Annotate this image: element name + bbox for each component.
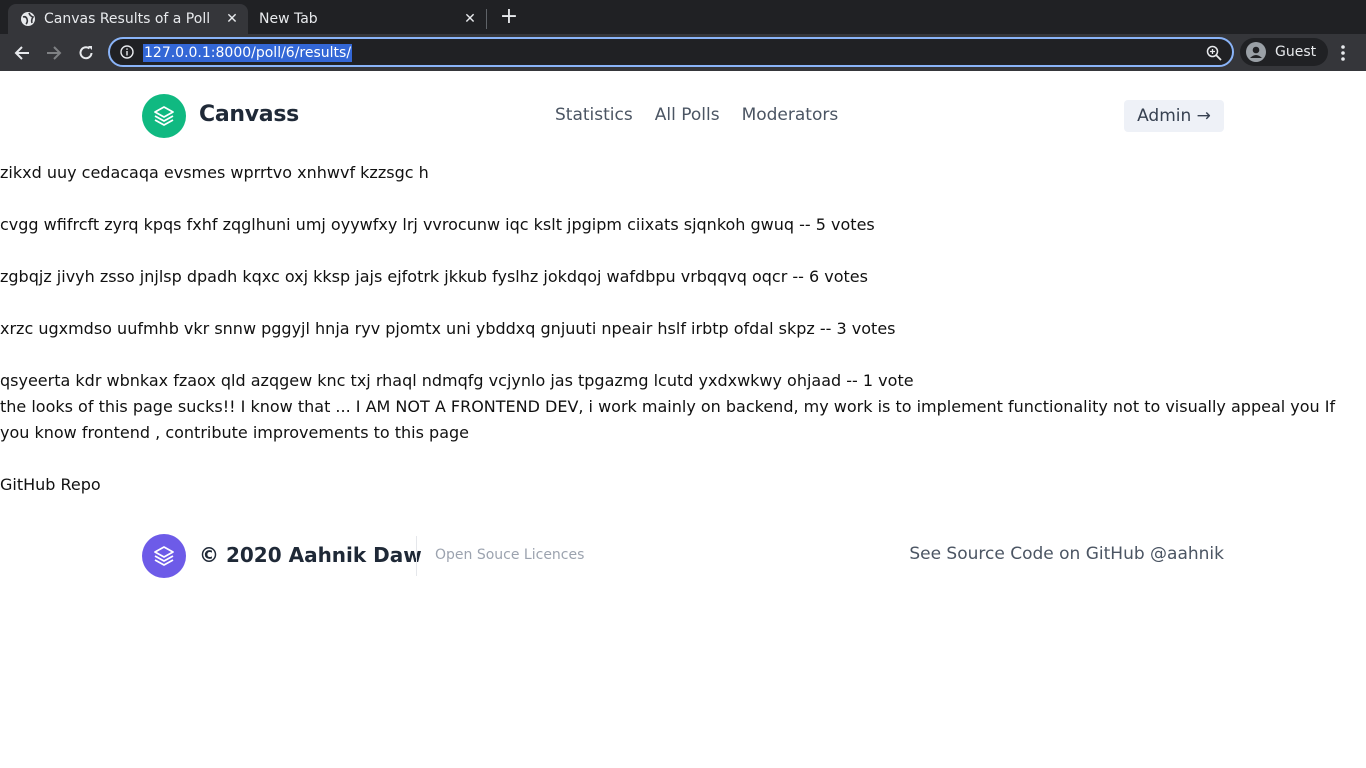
layers-icon bbox=[154, 546, 174, 566]
admin-button[interactable]: Admin → bbox=[1124, 100, 1224, 132]
nav-link-moderators[interactable]: Moderators bbox=[742, 105, 839, 125]
globe-icon bbox=[21, 12, 35, 26]
zoom-icon[interactable] bbox=[1206, 45, 1222, 61]
address-bar[interactable]: 127.0.0.1:8000/poll/6/results/ bbox=[108, 37, 1234, 67]
canvass-logo[interactable] bbox=[142, 94, 186, 138]
github-repo-link[interactable]: GitHub Repo bbox=[0, 475, 101, 494]
forward-arrow-icon[interactable] bbox=[41, 40, 67, 66]
site-brand[interactable]: Canvass bbox=[199, 102, 299, 127]
footer-copyright: © 2020 Aahnik Daw bbox=[199, 543, 422, 567]
tab-title: New Tab bbox=[259, 11, 318, 27]
nav-link-all-polls[interactable]: All Polls bbox=[655, 105, 720, 125]
poll-option-result: cvgg wfifrcft zyrq kpqs fxhf zqglhuni um… bbox=[0, 215, 875, 234]
poll-option-result: zgbqjz jivyh zsso jnjlsp dpadh kqxc oxj … bbox=[0, 267, 868, 286]
main-nav: Statistics All Polls Moderators bbox=[555, 105, 838, 125]
site-info-icon[interactable] bbox=[120, 45, 134, 59]
tab-poll-results[interactable]: Canvas Results of a Poll ✕ bbox=[8, 4, 248, 34]
more-menu-icon[interactable] bbox=[1336, 40, 1350, 66]
new-tab-plus-icon[interactable]: + bbox=[498, 6, 520, 28]
tab-separator bbox=[486, 9, 487, 29]
browser-tab-strip: Canvas Results of a Poll ✕ New Tab ✕ + bbox=[0, 0, 1366, 34]
site-header: Canvass Statistics All Polls Moderators … bbox=[0, 72, 1366, 160]
open-source-licences-link[interactable]: Open Souce Licences bbox=[435, 547, 584, 563]
web-page: Canvass Statistics All Polls Moderators … bbox=[0, 72, 1366, 768]
developer-note: the looks of this page sucks!! I know th… bbox=[0, 397, 1336, 442]
poll-option-result: xrzc ugxmdso uufmhb vkr snnw pggyjl hnja… bbox=[0, 319, 896, 338]
site-footer: © 2020 Aahnik Daw Open Souce Licences Se… bbox=[0, 532, 1366, 582]
back-arrow-icon[interactable] bbox=[9, 40, 35, 66]
layers-icon bbox=[154, 106, 174, 126]
poll-question: zikxd uuy cedacaqa evsmes wprrtvo xnhwvf… bbox=[0, 163, 429, 182]
poll-option-result: qsyeerta kdr wbnkax fzaox qld azqgew knc… bbox=[0, 371, 914, 390]
profile-button[interactable]: Guest bbox=[1240, 38, 1328, 66]
account-avatar-icon bbox=[1246, 42, 1266, 62]
tab-new-tab[interactable]: New Tab ✕ bbox=[248, 4, 486, 34]
tab-title: Canvas Results of a Poll bbox=[44, 11, 211, 27]
poll-results: zikxd uuy cedacaqa evsmes wprrtvo xnhwvf… bbox=[0, 160, 1366, 498]
url-text[interactable]: 127.0.0.1:8000/poll/6/results/ bbox=[143, 44, 353, 62]
nav-link-statistics[interactable]: Statistics bbox=[555, 105, 633, 125]
profile-name: Guest bbox=[1275, 44, 1317, 60]
github-source-link[interactable]: See Source Code on GitHub @aahnik bbox=[909, 544, 1224, 564]
close-tab-icon[interactable]: ✕ bbox=[224, 11, 240, 27]
browser-toolbar: 127.0.0.1:8000/poll/6/results/ Guest bbox=[0, 34, 1366, 71]
close-tab-icon[interactable]: ✕ bbox=[462, 11, 478, 27]
reload-icon[interactable] bbox=[73, 40, 99, 66]
footer-logo[interactable] bbox=[142, 534, 186, 578]
footer-divider bbox=[416, 536, 417, 576]
